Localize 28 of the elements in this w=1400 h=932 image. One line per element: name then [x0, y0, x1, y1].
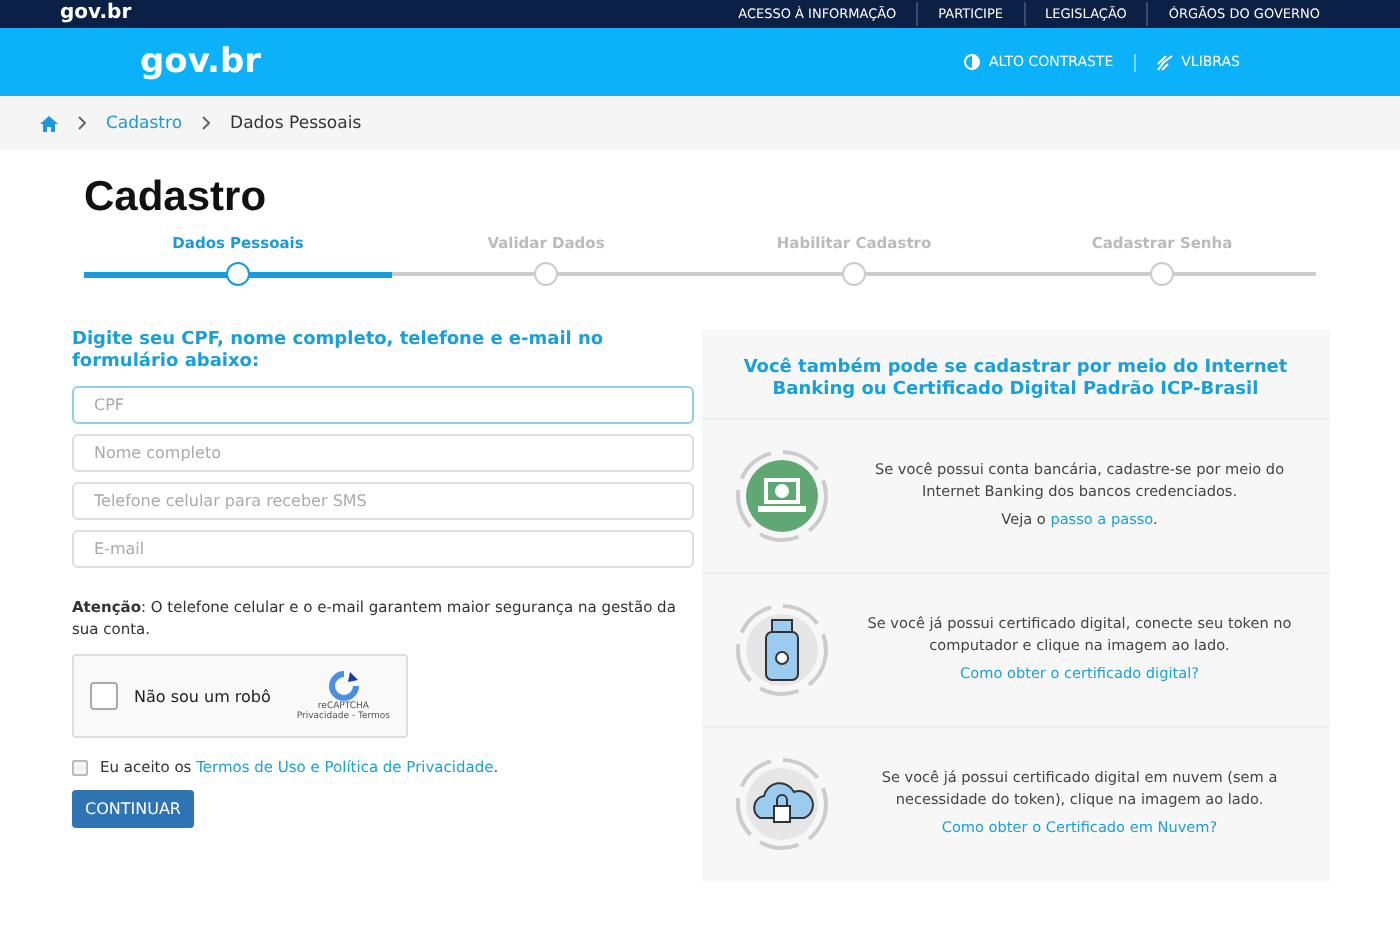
page-title: Cadastro	[84, 174, 269, 222]
chevron-icon	[202, 116, 211, 130]
step-dot[interactable]	[1150, 262, 1174, 286]
terms-checkbox[interactable]	[72, 759, 88, 775]
form-heading: Digite seu CPF, nome completo, telefone e e-mail no formulário abaixo:	[72, 330, 606, 374]
chevron-icon	[78, 116, 86, 130]
captcha-checkbox[interactable]	[90, 682, 118, 710]
breadcrumb-current: Dados Pessoais	[230, 113, 362, 133]
input-field[interactable]: Nome completo	[72, 434, 693, 472]
captcha-label: Não sou um robô	[134, 687, 273, 705]
cloud-lock-icon[interactable]	[733, 756, 829, 852]
input-field[interactable]: E-mail	[72, 530, 693, 568]
input-field[interactable]: Telefone celular para receber SMS	[72, 482, 693, 520]
input-field[interactable]: CPF	[72, 386, 693, 424]
step-dot[interactable]	[842, 262, 866, 286]
step-dot[interactable]	[534, 262, 558, 286]
breadcrumb-link[interactable]: Cadastro	[106, 113, 183, 133]
top-logo[interactable]: gov.br	[60, 0, 132, 28]
laptop-dollar-icon[interactable]	[733, 448, 829, 544]
step-dot[interactable]	[226, 262, 250, 286]
hand-icon	[1155, 53, 1174, 71]
continue-button[interactable]: CONTINUAR	[72, 790, 194, 828]
recaptcha-icon	[327, 670, 360, 702]
contrast-icon	[964, 54, 981, 70]
panel-heading: Você também pode se cadastrar por meio do Internet Banking ou Certificado Digital Padrão ICP-Brasil	[741, 358, 1290, 402]
home-icon[interactable]	[40, 115, 58, 131]
logo[interactable]: gov.br	[140, 42, 262, 82]
usb-token-icon[interactable]	[733, 602, 829, 698]
